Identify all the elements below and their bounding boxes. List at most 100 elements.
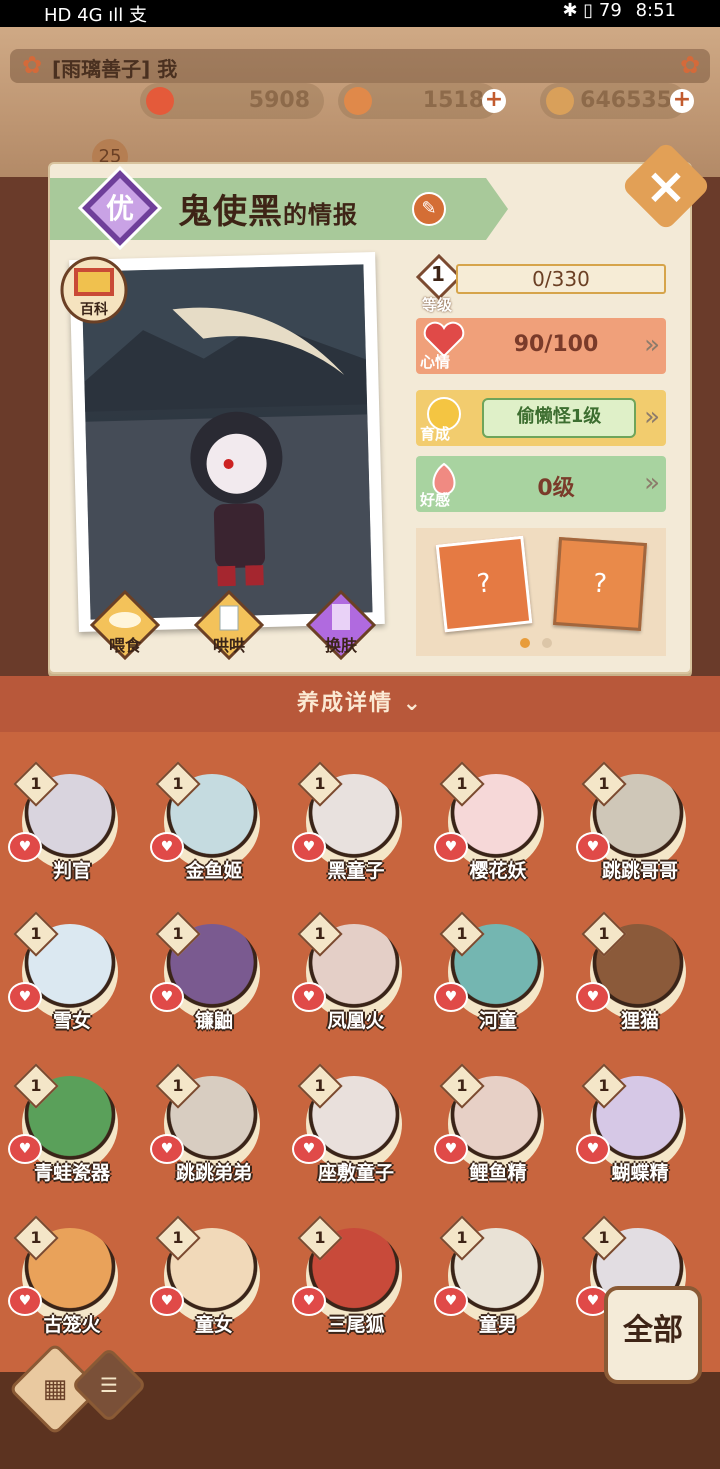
character-level: 1	[172, 774, 184, 793]
player-name: [雨璃善子] 我	[52, 57, 178, 81]
coax-button[interactable]: 哄哄	[193, 589, 265, 661]
character-card[interactable]: 1 ♥ 跳跳弟弟	[148, 1062, 280, 1212]
status-icons: ✱ ▯ 79	[562, 0, 622, 21]
gem-count: 5908	[248, 88, 310, 113]
character-name: 青蛙瓷器	[33, 1162, 110, 1184]
resource-food: 1518 +	[338, 83, 506, 119]
page-dot-active	[520, 638, 530, 648]
character-card[interactable]: 1 ♥ 狸猫	[574, 910, 706, 1060]
ribbon-tip	[486, 178, 508, 240]
character-card[interactable]: 1 ♥ 金鱼姬	[148, 760, 280, 910]
level-label: 等级	[422, 296, 453, 314]
food-count: 1518	[422, 88, 484, 113]
character-card[interactable]: 1 ♥ 雪女	[6, 910, 138, 1060]
grow-value: 偷懒怪1级	[482, 398, 636, 438]
shikigami-name: 鬼使黑	[178, 192, 283, 232]
mood-value: 90/100	[513, 332, 599, 357]
training-details-toggle[interactable]: 养成详情 ⌄	[0, 676, 720, 732]
character-level: 1	[598, 924, 610, 943]
character-level: 1	[314, 774, 326, 793]
top-hud: ✿ ✿ [雨璃善子] 我 5908 1518 + 646535 + 25	[0, 27, 720, 177]
clock: 8:51	[635, 0, 676, 21]
status-left: HD 4G ıll 支	[44, 5, 147, 26]
memory-card[interactable]: ?	[435, 535, 533, 633]
character-level: 1	[456, 1228, 468, 1247]
feed-label: 喂食	[108, 636, 141, 655]
character-name: 跳跳哥哥	[601, 860, 678, 882]
character-name: 跳跳弟弟	[175, 1162, 252, 1184]
close-button[interactable]: ×	[620, 140, 712, 232]
mood-stat[interactable]: 心情 90/100 »	[416, 318, 666, 374]
character-level: 1	[598, 1076, 610, 1095]
coin-icon	[546, 87, 574, 115]
character-level: 1	[172, 924, 184, 943]
character-level: 1	[314, 924, 326, 943]
character-name: 童男	[478, 1314, 517, 1336]
character-card[interactable]: 1 ♥ 黑童子	[290, 760, 422, 910]
close-icon: ×	[645, 157, 687, 215]
character-level: 1	[30, 1228, 42, 1247]
feed-button[interactable]: 喂食	[89, 589, 161, 661]
character-name: 樱花妖	[469, 860, 527, 882]
grade-badge: 优	[78, 166, 162, 250]
character-name: 判官	[52, 860, 91, 882]
character-card[interactable]: 1 ♥ 三尾狐	[290, 1214, 422, 1364]
character-name: 狸猫	[620, 1010, 659, 1032]
character-card[interactable]: 1 ♥ 河童	[432, 910, 564, 1060]
character-name: 鲤鱼精	[469, 1162, 527, 1184]
affinity-label: 好感	[420, 491, 451, 509]
character-card[interactable]: 1 ♥ 蝴蝶精	[574, 1062, 706, 1212]
training-details-label: 养成详情	[296, 691, 393, 716]
add-food-button[interactable]: +	[482, 89, 506, 113]
character-card[interactable]: 1 ♥ 判官	[6, 760, 138, 910]
character-card[interactable]: 1 ♥ 鲤鱼精	[432, 1062, 564, 1212]
chevron-down-icon: ⌄	[402, 691, 424, 716]
character-card[interactable]: 1 ♥ 镰鼬	[148, 910, 280, 1060]
character-level: 1	[172, 1228, 184, 1247]
character-card[interactable]: 1 ♥ 座敷童子	[290, 1062, 422, 1212]
edit-button[interactable]: ✎	[412, 192, 446, 226]
status-bar: HD 4G ıll 支 ✱ ▯ 79 8:51	[0, 0, 720, 27]
character-name: 黑童子	[327, 860, 385, 882]
level-progress-bar: 0/330	[456, 264, 666, 294]
chevron-right-icon: »	[644, 402, 660, 432]
food-icon	[344, 87, 372, 115]
title-suffix: 的情报	[283, 201, 358, 229]
change-skin-label: 换肤	[324, 636, 357, 655]
mood-label: 心情	[420, 353, 451, 371]
add-coin-button[interactable]: +	[670, 89, 694, 113]
character-level: 1	[30, 1076, 42, 1095]
gem-icon	[146, 87, 174, 115]
character-name: 雪女	[52, 1010, 91, 1032]
change-skin-button[interactable]: 换肤	[305, 589, 377, 661]
resource-gems: 5908	[140, 83, 324, 119]
chevron-right-icon: »	[644, 330, 660, 360]
character-name: 三尾狐	[327, 1314, 385, 1336]
page-dot	[542, 638, 552, 648]
encyclopedia-button[interactable]: 百科	[60, 256, 128, 324]
character-card[interactable]: 1 ♥ 跳跳哥哥	[574, 760, 706, 910]
grow-stat[interactable]: 育成 偷懒怪1级 »	[416, 390, 666, 446]
milk-icon	[219, 605, 239, 631]
grow-label: 育成	[420, 425, 451, 443]
level-stat: 1 0/330 等级	[416, 254, 666, 314]
encyclopedia-label: 百科	[80, 301, 108, 318]
all-filter-button[interactable]: 全部	[604, 1286, 702, 1384]
affinity-stat[interactable]: 好感 0级 »	[416, 456, 666, 512]
shikigami-info-card: 优 鬼使黑的情报 ✎ × 百科 喂食 哄哄 换肤 1 0/330 等级 心情 9…	[48, 140, 712, 674]
character-level: 1	[598, 774, 610, 793]
level-progress: 0/330	[532, 267, 590, 291]
character-card[interactable]: 1 ♥ 樱花妖	[432, 760, 564, 910]
character-level: 1	[314, 1228, 326, 1247]
character-level: 1	[598, 1228, 610, 1247]
page-title: 鬼使黑的情报	[178, 184, 358, 233]
character-card[interactable]: 1 ♥ 凤凰火	[290, 910, 422, 1060]
character-card[interactable]: 1 ♥ 古笼火	[6, 1214, 138, 1364]
flower-icon: ✿	[22, 51, 43, 79]
memory-card[interactable]: ?	[553, 537, 647, 631]
character-card[interactable]: 1 ♥ 童男	[432, 1214, 564, 1364]
character-level: 1	[30, 774, 42, 793]
character-card[interactable]: 1 ♥ 青蛙瓷器	[6, 1062, 138, 1212]
chevron-right-icon: »	[644, 468, 660, 498]
character-card[interactable]: 1 ♥ 童女	[148, 1214, 280, 1364]
